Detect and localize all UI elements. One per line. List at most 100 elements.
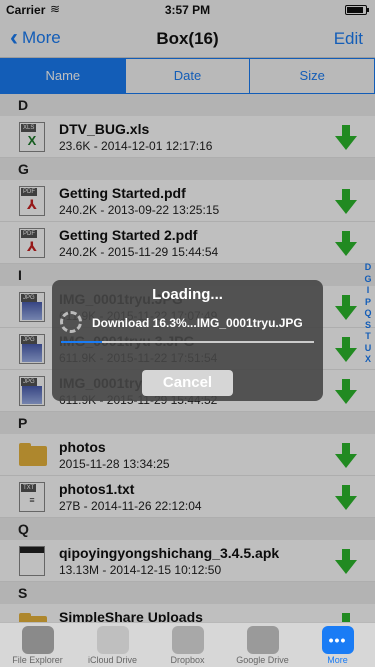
- sort-segmented-control: Name Date Size: [0, 58, 375, 94]
- pdf-file-icon: PDF ⅄: [19, 186, 45, 216]
- navigation-bar: ‹ More Box(16) Edit: [0, 20, 375, 58]
- index-letter[interactable]: Q: [364, 308, 371, 320]
- download-arrow-icon[interactable]: [335, 549, 357, 575]
- status-bar: Carrier ≋ 3:57 PM: [0, 0, 375, 20]
- file-name: SimpleShare Uploads: [59, 609, 203, 622]
- back-button-label: More: [22, 28, 61, 47]
- file-glyph: ⅄: [27, 239, 37, 254]
- tab-bar: File Explorer iCloud Drive Dropbox Google D…: [0, 622, 375, 667]
- file-glyph: [22, 386, 42, 404]
- file-row[interactable]: XLS X DTV_BUG.xls 23.6K - 2014-12-01 12:17:…: [0, 116, 375, 158]
- file-glyph: ⅄: [27, 197, 37, 212]
- file-meta: 27B - 2014-11-26 22:12:04: [59, 499, 202, 513]
- tab-label: Google Drive: [236, 655, 289, 665]
- download-arrow-icon[interactable]: [335, 337, 357, 363]
- file-type-tag: PDF: [21, 188, 37, 196]
- sort-tab-date[interactable]: Date: [126, 59, 251, 93]
- txt-file-icon: TXT ≡: [19, 482, 45, 512]
- tab-icloud-drive[interactable]: iCloud Drive: [75, 623, 150, 667]
- file-type-tag: JPG: [21, 336, 37, 344]
- file-name: Getting Started.pdf: [59, 185, 186, 201]
- section-header: G: [0, 158, 375, 180]
- file-row[interactable]: TXT ≡ photos1.txt 27B - 2014-11-26 22:12:04: [0, 476, 375, 518]
- status-time: 3:57 PM: [164, 3, 211, 17]
- arrow-head: [335, 454, 357, 468]
- download-arrow-icon[interactable]: [335, 613, 357, 622]
- tab-file-explorer[interactable]: File Explorer: [0, 623, 75, 667]
- progress-bar: [61, 341, 314, 343]
- section-index[interactable]: DGIPQSTUX: [363, 262, 373, 366]
- tab-dropbox[interactable]: Dropbox: [150, 623, 225, 667]
- index-letter[interactable]: T: [365, 331, 371, 343]
- file-type-tag: JPG: [21, 294, 37, 302]
- file-row[interactable]: PDF ⅄ Getting Started.pdf 240.2K - 2013-09-…: [0, 180, 375, 222]
- sort-tab-name[interactable]: Name: [1, 59, 126, 93]
- chevron-left-icon: ‹: [10, 24, 18, 51]
- section-header: Q: [0, 518, 375, 540]
- file-row[interactable]: qipoyingyongshichang_3.4.5.apk 13.13M - 2…: [0, 540, 375, 582]
- arrow-head: [335, 560, 357, 574]
- index-letter[interactable]: D: [365, 262, 372, 274]
- jpg-file-icon: JPG: [19, 334, 45, 364]
- file-type-tag: TXT: [21, 484, 37, 492]
- section-header: P: [0, 412, 375, 434]
- download-arrow-icon[interactable]: [335, 125, 357, 151]
- download-arrow-icon[interactable]: [335, 379, 357, 405]
- file-meta: 23.6K - 2014-12-01 12:17:16: [59, 139, 213, 153]
- loading-dialog: Loading... Download 16.3%...IMG_0001tryu…: [52, 280, 323, 401]
- file-glyph: X: [27, 133, 37, 148]
- battery-icon: [345, 5, 369, 15]
- file-name: qipoyingyongshichang_3.4.5.apk: [59, 545, 280, 561]
- back-button[interactable]: ‹ More: [10, 24, 61, 51]
- index-letter[interactable]: U: [365, 343, 372, 355]
- file-glyph: [22, 302, 42, 320]
- tab-label: File Explorer: [12, 655, 63, 665]
- tab-more[interactable]: ••• More: [300, 623, 375, 667]
- file-name: photos: [59, 439, 106, 455]
- file-name: Getting Started 2.pdf: [59, 227, 198, 243]
- download-arrow-icon[interactable]: [335, 295, 357, 321]
- arrow-head: [335, 496, 357, 510]
- pdf-file-icon: PDF ⅄: [19, 228, 45, 258]
- loading-title: Loading...: [152, 286, 223, 303]
- apk-file-icon: [19, 546, 45, 576]
- index-letter[interactable]: P: [365, 297, 371, 309]
- file-glyph: ≡: [29, 495, 35, 505]
- file-name: photos1.txt: [59, 481, 135, 497]
- tab-label: More: [327, 655, 348, 665]
- arrow-head: [335, 242, 357, 256]
- edit-button[interactable]: Edit: [334, 29, 363, 49]
- file-glyph: [22, 344, 42, 362]
- file-row[interactable]: PDF ⅄ Getting Started 2.pdf 240.2K - 2015-1…: [0, 222, 375, 264]
- index-letter[interactable]: S: [365, 320, 371, 332]
- download-arrow-icon[interactable]: [335, 231, 357, 257]
- download-arrow-icon[interactable]: [335, 443, 357, 469]
- index-letter[interactable]: I: [367, 285, 370, 297]
- arrow-stem: [342, 613, 350, 622]
- file-meta: 2015-11-28 13:34:25: [59, 457, 170, 471]
- progress-bar-fill: [61, 341, 103, 343]
- file-meta: 240.2K - 2015-11-29 15:44:54: [59, 245, 219, 259]
- tab-label: iCloud Drive: [87, 655, 138, 665]
- arrow-head: [335, 348, 357, 362]
- file-type-tag: JPG: [21, 378, 37, 386]
- arrow-head: [335, 306, 357, 320]
- tab-google-drive[interactable]: Google Drive: [225, 623, 300, 667]
- arrow-head: [335, 390, 357, 404]
- cancel-button[interactable]: Cancel: [142, 370, 233, 396]
- arrow-head: [335, 200, 357, 214]
- index-letter[interactable]: X: [365, 354, 371, 366]
- file-row[interactable]: SimpleShare Uploads: [0, 604, 375, 622]
- spinner-icon: [60, 311, 82, 333]
- sort-tab-size[interactable]: Size: [250, 59, 374, 93]
- index-letter[interactable]: G: [364, 274, 371, 286]
- download-progress-message: Download 16.3%...IMG_0001tryu.JPG: [92, 316, 303, 330]
- more-dots: •••: [328, 632, 347, 648]
- folder-body: [19, 446, 47, 466]
- download-arrow-icon[interactable]: [335, 189, 357, 215]
- dropbox-icon: [171, 626, 204, 654]
- cloud-icon: [96, 626, 129, 654]
- folder-icon: [19, 440, 47, 470]
- file-row[interactable]: photos 2015-11-28 13:34:25: [0, 434, 375, 476]
- download-arrow-icon[interactable]: [335, 485, 357, 511]
